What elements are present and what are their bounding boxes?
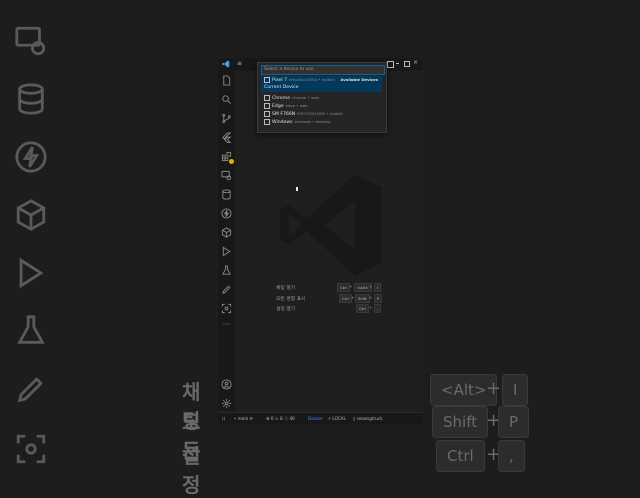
device-name: Windows bbox=[272, 120, 293, 125]
pen-icon bbox=[14, 372, 48, 406]
device-picker: Select a device to use Pixel 7 emulator-5… bbox=[257, 62, 387, 133]
flutter-icon[interactable] bbox=[221, 132, 232, 143]
testing-icon[interactable] bbox=[221, 265, 232, 276]
backdrop-key: Ctrl bbox=[436, 440, 485, 472]
web-device-icon bbox=[264, 102, 270, 109]
more-icon[interactable]: ··· bbox=[221, 321, 232, 332]
mouse-cursor-icon bbox=[296, 187, 298, 191]
settings-gear-icon[interactable] bbox=[221, 398, 232, 409]
pen-icon[interactable] bbox=[221, 284, 232, 295]
thunder-client-icon[interactable] bbox=[221, 208, 232, 219]
maximize-icon[interactable] bbox=[404, 61, 410, 67]
database-icon bbox=[14, 82, 48, 116]
mobile-device-icon bbox=[264, 76, 270, 83]
device-item-edge[interactable]: Edge edge • web bbox=[261, 102, 382, 110]
search-icon[interactable] bbox=[221, 94, 232, 105]
user-label: seoangtruck bbox=[356, 416, 383, 421]
extensions-icon[interactable] bbox=[221, 151, 234, 164]
branch-indicator[interactable]: ⑂ main ⟳ bbox=[234, 416, 253, 421]
screen-capture-icon[interactable] bbox=[221, 303, 232, 314]
device-detail: emulator-5554 • mobile bbox=[289, 77, 335, 82]
shortcut-key: Ctrl bbox=[339, 294, 352, 303]
backdrop-key: , bbox=[498, 440, 525, 472]
device-name: Pixel 7 bbox=[272, 78, 288, 83]
error-count: 0 bbox=[270, 416, 274, 421]
device-search-input[interactable]: Select a device to use bbox=[261, 65, 385, 75]
desktop-device-icon bbox=[264, 118, 270, 125]
web-device-icon bbox=[264, 94, 270, 101]
device-name: SM F766N bbox=[272, 112, 296, 117]
device-item-sm-f766n[interactable]: SM F766N R3CY7001VMV • mobile bbox=[261, 110, 382, 118]
problems-indicator[interactable]: ⊗ 0 ⚠ 8 ⓘ 46 bbox=[266, 416, 295, 422]
device-detail: R3CY7001VMV • mobile bbox=[297, 111, 343, 116]
device-detail: edge • web bbox=[285, 103, 308, 108]
shortcut-plus: + bbox=[369, 305, 373, 310]
explorer-icon[interactable] bbox=[221, 75, 232, 86]
shortcut-label: 모든 명령 표시 bbox=[276, 297, 306, 302]
backdrop-plus: + bbox=[486, 378, 502, 399]
database-user-indicator[interactable]: ▯ seoangtruck bbox=[353, 416, 383, 421]
close-icon[interactable]: × bbox=[413, 59, 418, 66]
remote-explorer-icon[interactable] bbox=[221, 170, 232, 181]
backdrop-key: I bbox=[502, 374, 529, 406]
remote-explorer-icon bbox=[14, 24, 48, 58]
device-name: Chrome bbox=[272, 96, 291, 101]
backdrop-label: 설정 bbox=[182, 444, 201, 497]
activity-bar: ··· bbox=[218, 71, 235, 411]
shortcut-label: 설정 열기 bbox=[276, 307, 296, 312]
containers-icon bbox=[14, 198, 48, 232]
shortcut-plus: + bbox=[369, 284, 373, 289]
available-devices-badge: Available Devices bbox=[340, 77, 378, 82]
shortcut-plus: + bbox=[349, 284, 353, 289]
vscode-logo-icon bbox=[222, 60, 230, 68]
testing-icon bbox=[14, 314, 48, 348]
current-device-label: Current Device bbox=[261, 84, 382, 92]
warning-count: 8 bbox=[279, 416, 283, 421]
vscode-watermark-icon bbox=[280, 174, 382, 276]
database-icon[interactable] bbox=[221, 189, 232, 200]
device-item-chrome[interactable]: Chrome chrome • web bbox=[261, 94, 382, 102]
source-control-icon[interactable] bbox=[221, 113, 232, 124]
shortcut-key: Ctrl bbox=[337, 283, 350, 292]
containers-icon[interactable] bbox=[221, 227, 232, 238]
backdrop-right: <Alt> + I Shift + P Ctrl + , bbox=[422, 0, 640, 480]
account-icon[interactable] bbox=[221, 379, 232, 390]
shortcut-plus: + bbox=[369, 295, 373, 300]
backdrop-key: P bbox=[498, 406, 530, 438]
thunder-client-icon bbox=[14, 140, 48, 174]
minimize-icon[interactable] bbox=[396, 63, 399, 64]
deploy-icon bbox=[14, 256, 48, 290]
shortcut-key: Shift bbox=[355, 294, 370, 303]
extensions-badge-icon bbox=[229, 159, 234, 164]
local-label: LOCAL bbox=[332, 416, 346, 421]
shortcut-key: , bbox=[374, 304, 382, 313]
device-detail: chrome • web bbox=[292, 95, 319, 100]
branch-name: main bbox=[237, 416, 249, 421]
mobile-device-icon bbox=[264, 110, 270, 117]
device-item-pixel-7[interactable]: Pixel 7 emulator-5554 • mobile Available … bbox=[261, 76, 382, 84]
device-name: Edge bbox=[272, 104, 284, 109]
local-indicator[interactable]: ⚡ LOCAL bbox=[328, 416, 346, 421]
shortcut-key: I bbox=[374, 283, 382, 292]
info-count: 46 bbox=[289, 416, 295, 421]
layout-icon[interactable] bbox=[387, 61, 394, 68]
status-bar: ⟩⟨ ⑂ main ⟳ ⊗ 0 ⚠ 8 ⓘ 46 Docker ⚡ LOCAL … bbox=[218, 412, 423, 424]
shortcut-key: Ctrl bbox=[356, 304, 369, 313]
device-detail: windows • desktop bbox=[294, 119, 331, 124]
remote-indicator-icon[interactable]: ⟩⟨ bbox=[222, 416, 225, 421]
backdrop-left: 채팅 모든 설정 bbox=[0, 0, 218, 497]
menu-icon[interactable]: ≡ bbox=[237, 61, 243, 67]
backdrop-key: Shift bbox=[432, 406, 489, 438]
deploy-icon[interactable] bbox=[221, 246, 232, 257]
shortcut-key: P bbox=[374, 294, 383, 303]
screen-capture-icon bbox=[14, 432, 48, 466]
docker-indicator[interactable]: Docker bbox=[308, 416, 323, 421]
device-item-windows[interactable]: Windows windows • desktop bbox=[261, 118, 382, 126]
shortcut-plus: + bbox=[351, 295, 355, 300]
shortcut-label: 채팅 열기 bbox=[276, 286, 296, 291]
